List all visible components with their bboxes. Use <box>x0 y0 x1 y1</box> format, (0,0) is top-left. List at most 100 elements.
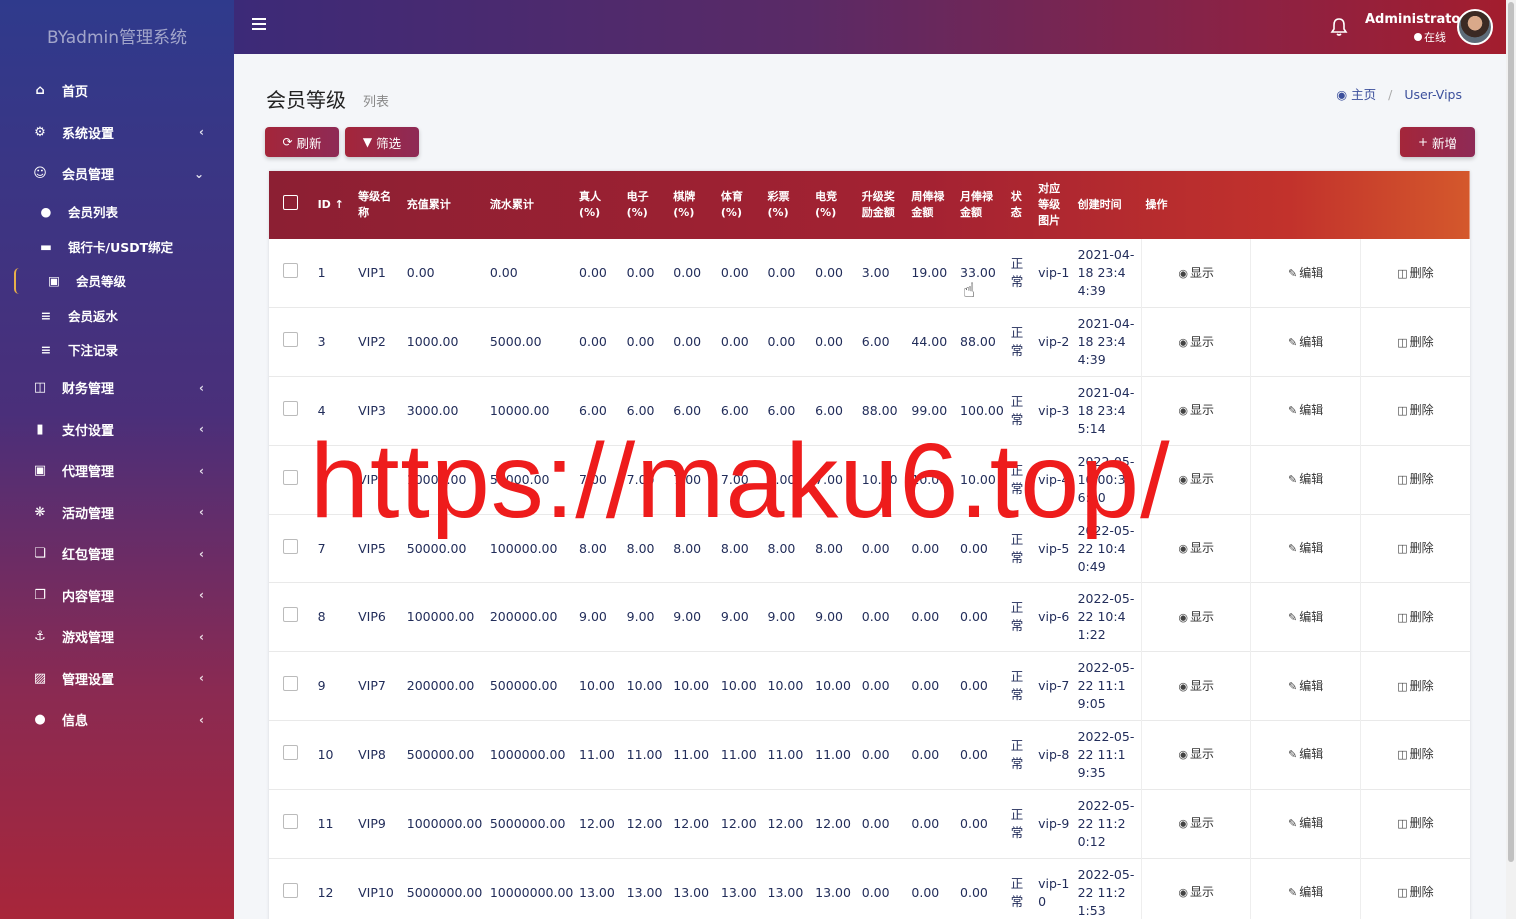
col-sports: 体育(%) <box>720 190 743 219</box>
user-outline-icon: ☺ <box>33 166 47 182</box>
sidebar-item-8[interactable]: ❐ 内容管理 ‹ <box>0 575 234 617</box>
row-select[interactable] <box>269 514 314 583</box>
row-select[interactable] <box>269 858 314 919</box>
sidebar-item-2[interactable]: ☺ 会员管理 ⌄ <box>0 153 234 195</box>
edit-button[interactable]: ✎ 编辑 <box>1250 307 1361 377</box>
sidebar-subitem-0[interactable]: ● 会员列表 <box>0 195 234 230</box>
edit-button[interactable]: ✎ 编辑 <box>1250 239 1361 308</box>
row-select[interactable] <box>269 377 314 446</box>
row-checkbox[interactable] <box>283 882 298 898</box>
sidebar-item-4[interactable]: ▮ 支付设置 ‹ <box>0 409 234 451</box>
row-checkbox[interactable] <box>283 538 298 554</box>
edit-button[interactable]: ✎ 编辑 <box>1250 376 1361 446</box>
delete-button[interactable]: ◫ 删除 <box>1359 376 1470 446</box>
show-button[interactable]: ◉ 显示 <box>1140 239 1251 308</box>
sidebar-item-7[interactable]: ❏ 红包管理 ‹ <box>0 533 234 575</box>
cell-id: 1 <box>317 265 326 281</box>
delete-button[interactable]: ◫ 删除 <box>1359 514 1470 583</box>
delete-button[interactable]: ◫ 删除 <box>1359 239 1470 308</box>
delete-button[interactable]: ◫ 删除 <box>1359 651 1470 721</box>
bell-icon[interactable] <box>1330 17 1348 41</box>
sidebar-item-9[interactable]: ⚓ 游戏管理 ‹ <box>0 616 234 658</box>
delete-button[interactable]: ◫ 删除 <box>1359 582 1470 652</box>
row-checkbox[interactable] <box>283 813 298 829</box>
col-id[interactable]: ID ↑ <box>314 171 355 239</box>
menu-toggle-icon[interactable] <box>252 18 266 30</box>
delete-button[interactable]: ◫ 删除 <box>1359 445 1470 515</box>
user-name[interactable]: Administrator <box>1365 12 1467 27</box>
show-button[interactable]: ◉ 显示 <box>1140 445 1251 515</box>
sidebar-item-10[interactable]: ▨ 管理设置 ‹ <box>0 658 234 700</box>
row-select[interactable] <box>269 308 314 377</box>
row-select[interactable] <box>269 239 314 308</box>
sidebar-subitem-4[interactable]: ≡ 下注记录 <box>0 333 234 368</box>
row-checkbox[interactable] <box>283 332 298 348</box>
row-select[interactable] <box>269 652 314 721</box>
cell-sports: 13.00 <box>720 884 757 900</box>
chevron-left-icon: ‹ <box>199 629 204 644</box>
edit-button[interactable]: ✎ 编辑 <box>1250 582 1361 652</box>
edit-button[interactable]: ✎ 编辑 <box>1250 858 1361 919</box>
row-checkbox[interactable] <box>283 607 298 623</box>
edit-button[interactable]: ✎ 编辑 <box>1250 651 1361 721</box>
edit-button[interactable]: ✎ 编辑 <box>1250 789 1361 859</box>
add-button[interactable]: + 新增 <box>1400 127 1475 157</box>
row-checkbox[interactable] <box>283 469 298 485</box>
row-checkbox[interactable] <box>283 400 298 416</box>
sidebar-item-5[interactable]: ▣ 代理管理 ‹ <box>0 450 234 492</box>
breadcrumb-home[interactable]: 主页 <box>1351 87 1376 102</box>
refresh-button[interactable]: ⟳ 刷新 <box>265 127 339 157</box>
cell-monthly: 0.00 <box>960 540 988 556</box>
sidebar-item-6[interactable]: ❋ 活动管理 ‹ <box>0 492 234 534</box>
delete-button[interactable]: ◫ 删除 <box>1359 307 1470 377</box>
edit-button[interactable]: ✎ 编辑 <box>1250 445 1361 515</box>
show-button[interactable]: ◉ 显示 <box>1140 858 1251 919</box>
row-checkbox[interactable] <box>283 744 298 760</box>
filter-button[interactable]: ▼ 筛选 <box>345 127 419 157</box>
show-button[interactable]: ◉ 显示 <box>1140 307 1251 377</box>
show-button[interactable]: ◉ 显示 <box>1140 376 1251 446</box>
col-monthly-salary: 月俸禄金额 <box>960 190 994 219</box>
scrollbar-thumb[interactable] <box>1508 2 1514 862</box>
edit-button[interactable]: ✎ 编辑 <box>1250 720 1361 790</box>
table-row: 8 VIP6 100000.00 200000.00 9.00 9.00 9.00 9.00 9… <box>269 582 1470 652</box>
sidebar-item-label: 红包管理 <box>62 548 115 564</box>
brand-logo[interactable]: BYadmin管理系统 <box>0 0 234 70</box>
sidebar-subitem-3[interactable]: ≡ 会员返水 <box>0 298 234 333</box>
show-button[interactable]: ◉ 显示 <box>1140 720 1251 790</box>
sidebar-item-11[interactable]: ● 信息 ‹ <box>0 699 234 741</box>
cell-monthly: 0.00 <box>960 609 988 625</box>
sort-asc-icon[interactable]: ↑ <box>335 198 344 211</box>
sidebar-subitem-2[interactable]: ▣ 会员等级 <box>0 264 234 299</box>
select-all-header[interactable] <box>269 171 314 239</box>
top-navbar: Administrator 在线 <box>234 0 1506 54</box>
avatar[interactable] <box>1457 9 1493 45</box>
cell-chess: 0.00 <box>673 265 702 281</box>
delete-button[interactable]: ◫ 删除 <box>1359 720 1470 790</box>
row-checkbox[interactable] <box>283 263 298 279</box>
cell-id: 9 <box>317 678 326 694</box>
show-button[interactable]: ◉ 显示 <box>1140 514 1251 583</box>
delete-button[interactable]: ◫ 删除 <box>1359 858 1470 919</box>
sidebar-subitem-label: 会员列表 <box>68 205 119 221</box>
row-select[interactable] <box>269 583 314 652</box>
row-checkbox[interactable] <box>283 676 298 692</box>
show-button[interactable]: ◉ 显示 <box>1140 651 1251 721</box>
cell-status: 正常 <box>1010 875 1024 909</box>
page-scrollbar[interactable] <box>1506 0 1516 919</box>
row-select[interactable] <box>269 789 314 858</box>
sidebar-item-0[interactable]: ⌂ 首页 <box>0 70 234 112</box>
show-button[interactable]: ◉ 显示 <box>1140 789 1251 859</box>
col-esports: 电竞(%) <box>815 190 838 219</box>
delete-button[interactable]: ◫ 删除 <box>1359 789 1470 859</box>
row-select[interactable] <box>269 721 314 790</box>
sidebar-item-1[interactable]: ⚙ 系统设置 ‹ <box>0 112 234 154</box>
show-button[interactable]: ◉ 显示 <box>1140 582 1251 652</box>
sidebar-item-3[interactable]: ◫ 财务管理 ‹ <box>0 367 234 409</box>
row-select[interactable] <box>269 445 314 514</box>
sidebar-subitem-1[interactable]: ▬ 银行卡/USDT绑定 <box>0 229 234 264</box>
edit-button[interactable]: ✎ 编辑 <box>1250 514 1361 583</box>
select-all-checkbox[interactable] <box>283 195 298 210</box>
cell-turnover: 1000000.00 <box>489 746 566 762</box>
col-lottery: 彩票(%) <box>767 190 790 219</box>
